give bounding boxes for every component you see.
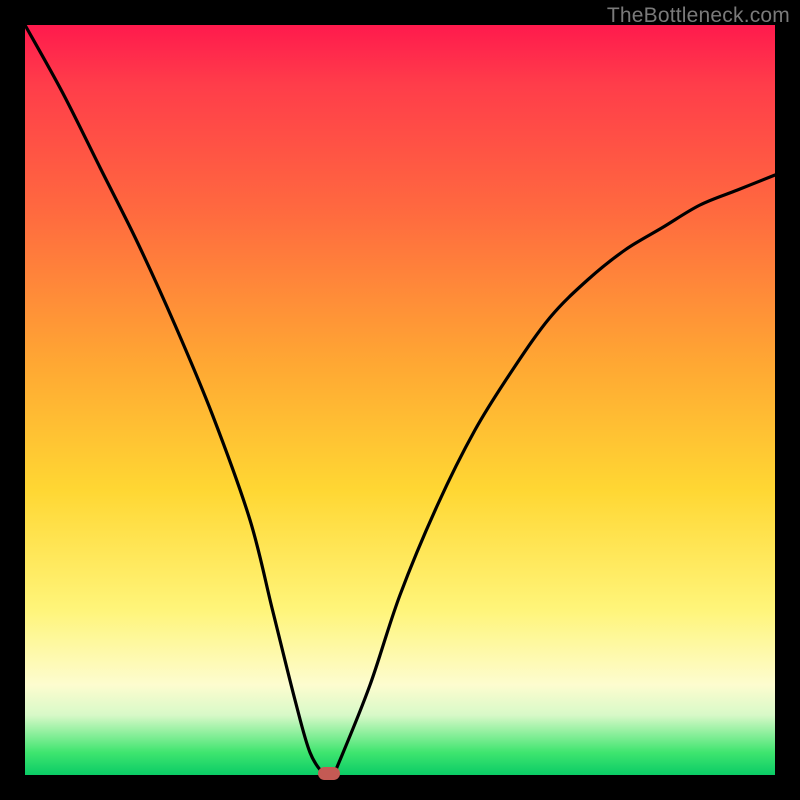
plot-area	[25, 25, 775, 775]
optimal-point-marker	[318, 767, 340, 780]
chart-frame: TheBottleneck.com	[0, 0, 800, 800]
bottleneck-curve	[25, 25, 775, 775]
